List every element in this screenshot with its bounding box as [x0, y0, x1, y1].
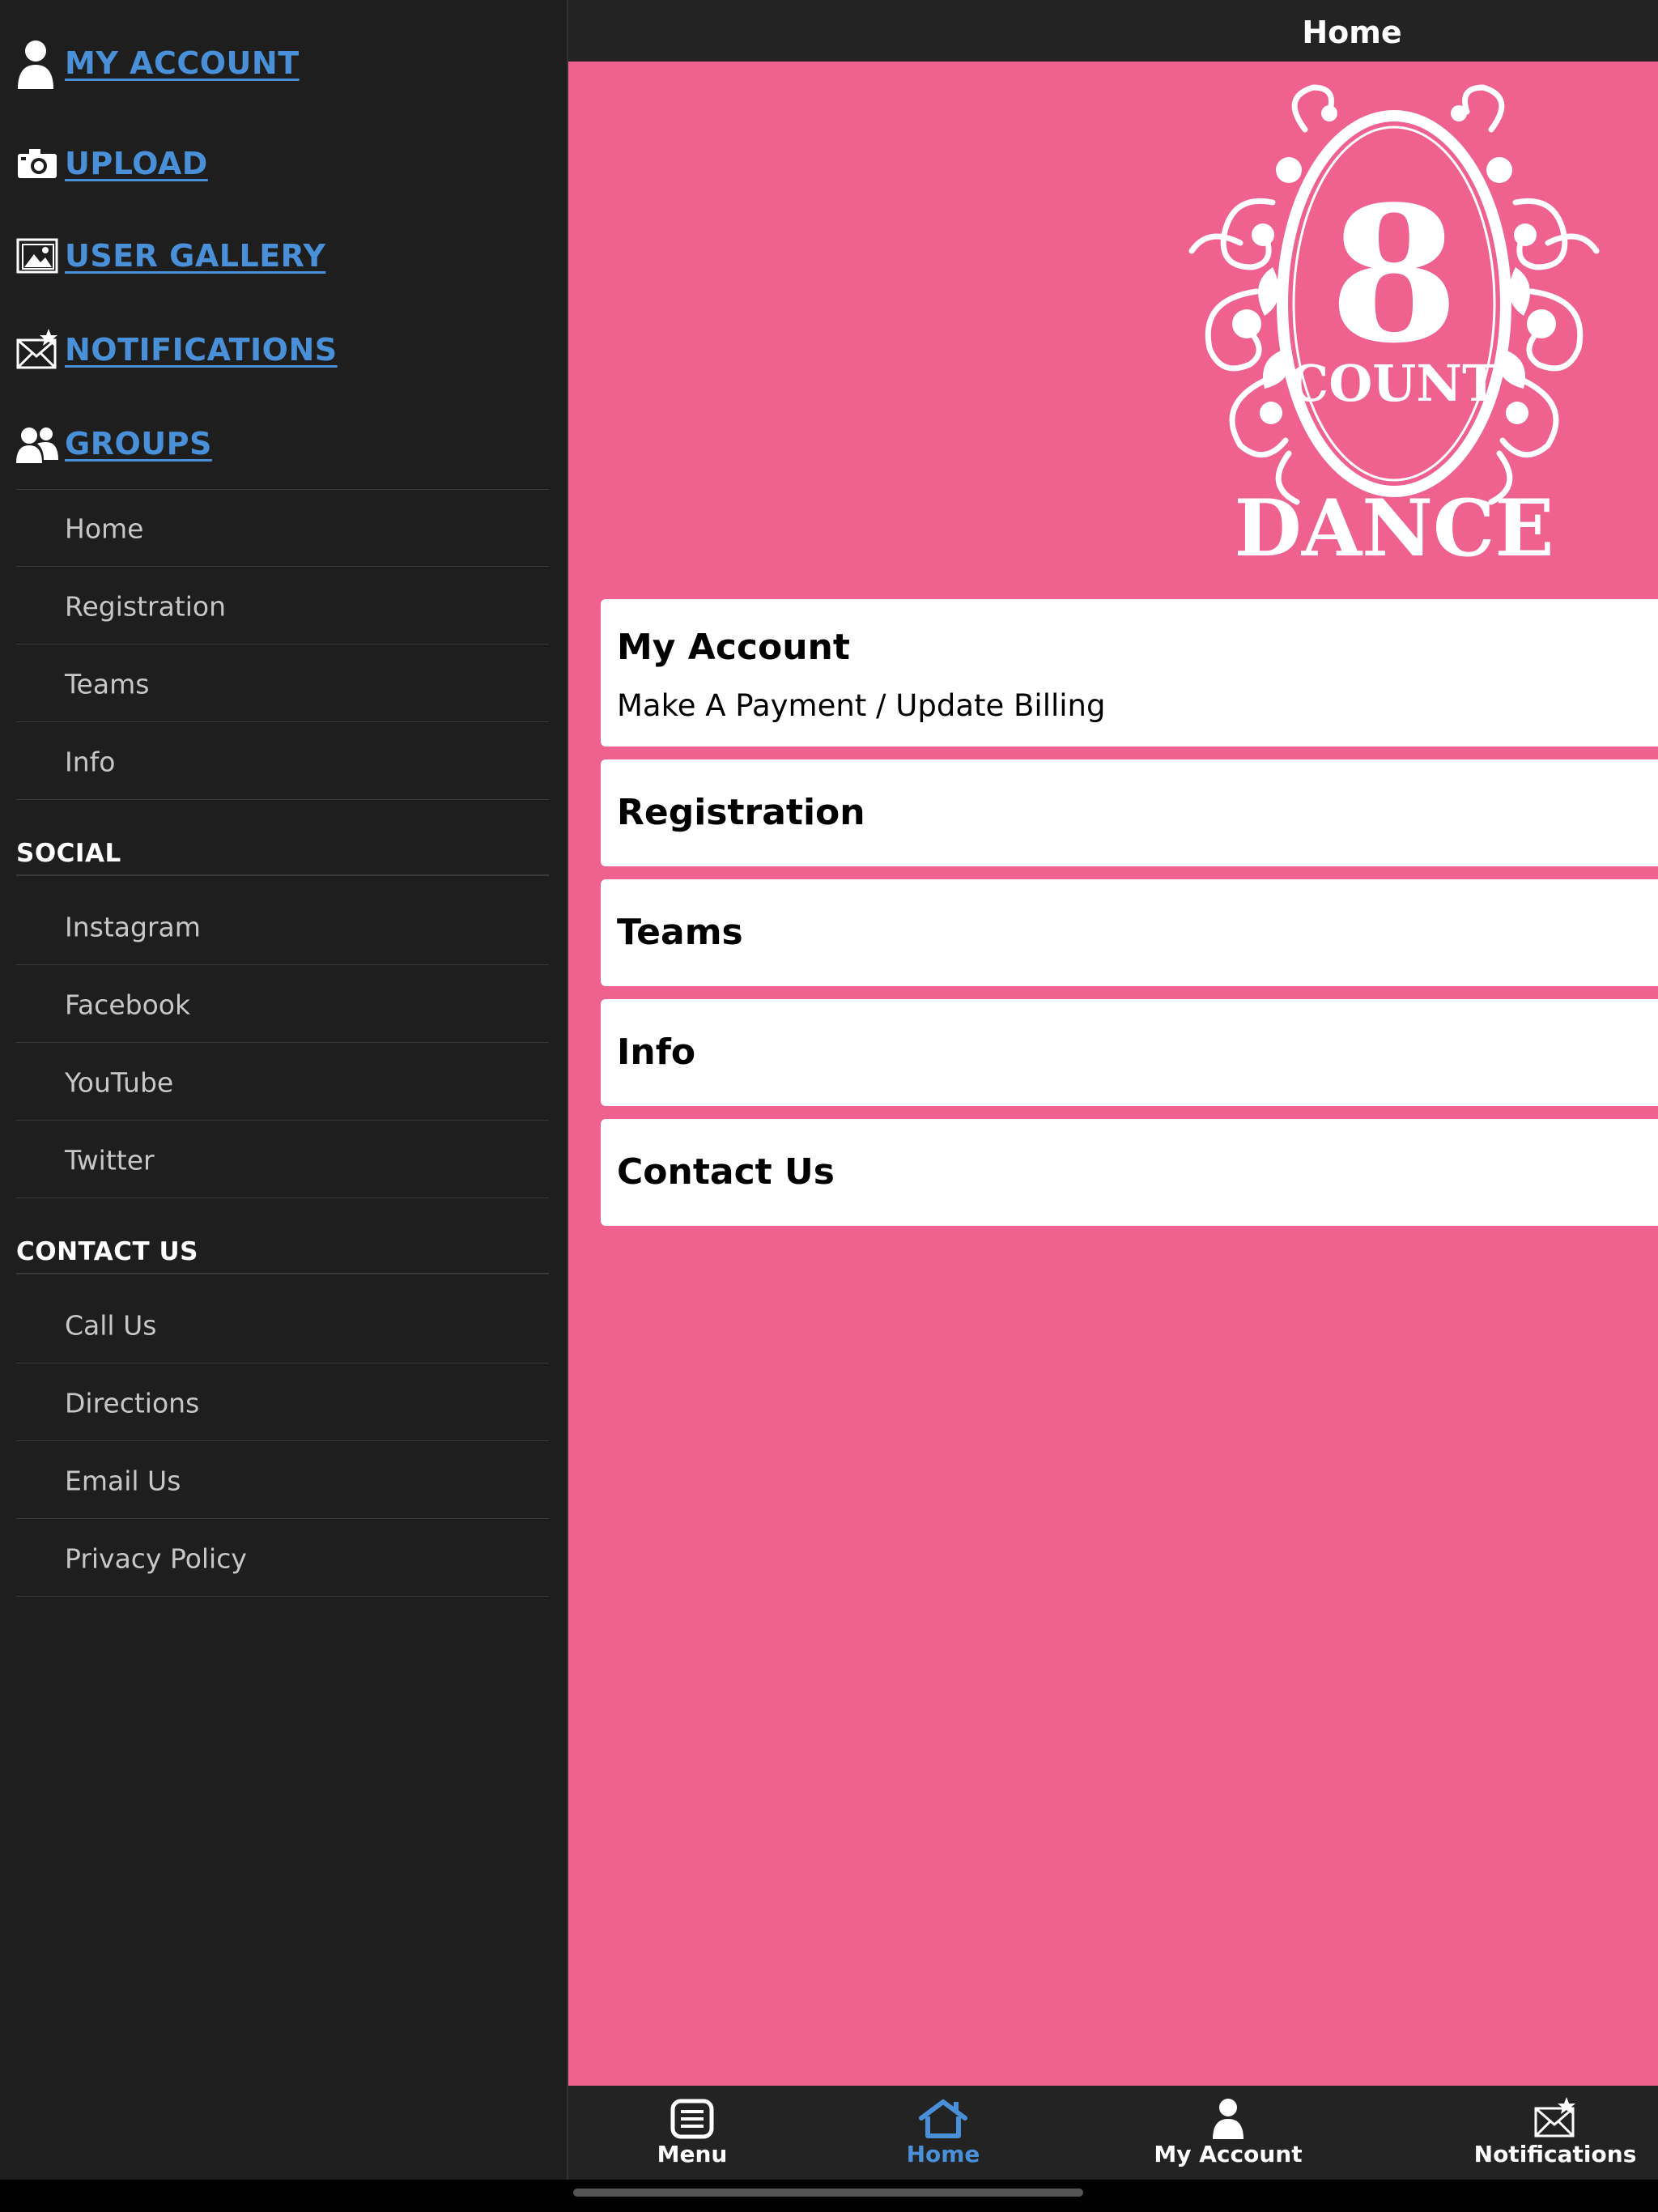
sidebar-link-label: USER GALLERY: [65, 238, 326, 274]
sidebar-link-label: MY ACCOUNT: [65, 45, 300, 81]
divider: [16, 489, 549, 490]
sidebar-item-label: Directions: [65, 1387, 200, 1419]
menu-icon: [670, 2086, 714, 2139]
sidebar-link-label: UPLOAD: [65, 146, 208, 181]
bottom-tab-bar: Menu Home My Account Notifications: [568, 2086, 1658, 2180]
user-icon: [16, 39, 58, 89]
sidebar-link-upload[interactable]: UPLOAD: [16, 139, 208, 188]
card-my-account[interactable]: My Account Make A Payment / Update Billi…: [601, 599, 1658, 747]
notifications-icon: [16, 325, 58, 374]
top-bar: Home: [568, 0, 1658, 62]
tab-notifications[interactable]: Notifications: [1465, 2086, 1645, 2180]
tab-label: Home: [906, 2141, 980, 2167]
card-subtitle: Make A Payment / Update Billing: [617, 688, 1106, 723]
sidebar-link-label: GROUPS: [65, 426, 212, 462]
sidebar-item-label: Home: [65, 513, 144, 544]
sidebar-item-teams[interactable]: Teams: [16, 646, 549, 722]
sidebar-item-info[interactable]: Info: [16, 724, 549, 800]
sidebar-item-label: Call Us: [65, 1309, 157, 1341]
card-info[interactable]: Info: [601, 999, 1658, 1106]
sidebar-link-my-account[interactable]: MY ACCOUNT: [16, 39, 300, 89]
tab-my-account[interactable]: My Account: [1143, 2086, 1313, 2180]
tab-home[interactable]: Home: [882, 2086, 1004, 2180]
sidebar-item-registration[interactable]: Registration: [16, 568, 549, 644]
sidebar-item-home[interactable]: Home: [16, 491, 549, 567]
card-registration[interactable]: Registration: [601, 759, 1658, 866]
sidebar-link-label: NOTIFICATIONS: [65, 332, 338, 368]
sidebar-item-directions[interactable]: Directions: [16, 1365, 549, 1441]
main-content: 8 COUNT DANCE My Account Make A Payment …: [568, 62, 1658, 2086]
logo-count-text: COUNT: [1289, 354, 1499, 413]
card-title: My Account: [617, 627, 850, 668]
notifications-icon: [1534, 2086, 1576, 2139]
section-heading-label: CONTACT US: [16, 1237, 198, 1266]
tab-label: Menu: [657, 2141, 728, 2167]
sidebar-item-email-us[interactable]: Email Us: [16, 1443, 549, 1519]
sidebar-item-label: Privacy Policy: [65, 1542, 247, 1574]
groups-icon: [16, 419, 58, 468]
user-icon: [1211, 2086, 1245, 2139]
tab-label: My Account: [1154, 2141, 1303, 2167]
home-icon: [918, 2086, 968, 2139]
page-title: Home: [1302, 15, 1402, 50]
card-title: Info: [617, 1032, 696, 1073]
sidebar-item-label: Twitter: [65, 1144, 155, 1176]
card-teams[interactable]: Teams: [601, 879, 1658, 986]
sidebar-link-user-gallery[interactable]: USER GALLERY: [16, 232, 325, 280]
brand-logo: 8 COUNT DANCE: [1167, 81, 1621, 574]
sidebar-item-label: Info: [65, 746, 116, 777]
section-heading-social: SOCIAL: [16, 839, 549, 876]
sidebar-item-label: YouTube: [65, 1066, 174, 1098]
sidebar-item-facebook[interactable]: Facebook: [16, 967, 549, 1043]
section-heading-label: SOCIAL: [16, 839, 121, 868]
sidebar-item-privacy-policy[interactable]: Privacy Policy: [16, 1521, 549, 1597]
sidebar-item-label: Facebook: [65, 989, 191, 1020]
tab-label: Notifications: [1473, 2141, 1637, 2167]
gallery-icon: [16, 232, 58, 280]
card-title: Contact Us: [617, 1151, 835, 1193]
sidebar-item-label: Email Us: [65, 1465, 181, 1496]
sidebar-item-youtube[interactable]: YouTube: [16, 1044, 549, 1121]
card-title: Registration: [617, 792, 865, 833]
logo-dance-text: DANCE: [1234, 483, 1554, 567]
sidebar-item-twitter[interactable]: Twitter: [16, 1122, 549, 1198]
home-indicator[interactable]: [573, 2189, 1083, 2197]
card-title: Teams: [617, 912, 743, 953]
sidebar-item-call-us[interactable]: Call Us: [16, 1287, 549, 1363]
sidebar-link-notifications[interactable]: NOTIFICATIONS: [16, 325, 338, 374]
tab-menu[interactable]: Menu: [631, 2086, 753, 2180]
sidebar-item-label: Instagram: [65, 911, 201, 942]
card-contact-us[interactable]: Contact Us: [601, 1119, 1658, 1226]
sidebar-item-label: Registration: [65, 590, 226, 622]
camera-icon: [16, 139, 58, 188]
sidebar-item-label: Teams: [65, 668, 150, 700]
sidebar-link-groups[interactable]: GROUPS: [16, 419, 212, 468]
sidebar-item-instagram[interactable]: Instagram: [16, 889, 549, 965]
section-heading-contact-us: CONTACT US: [16, 1237, 549, 1274]
sidebar: MY ACCOUNT UPLOAD USER GALLERY NOTIFICAT…: [0, 0, 568, 2180]
logo-number: 8: [1329, 166, 1459, 385]
